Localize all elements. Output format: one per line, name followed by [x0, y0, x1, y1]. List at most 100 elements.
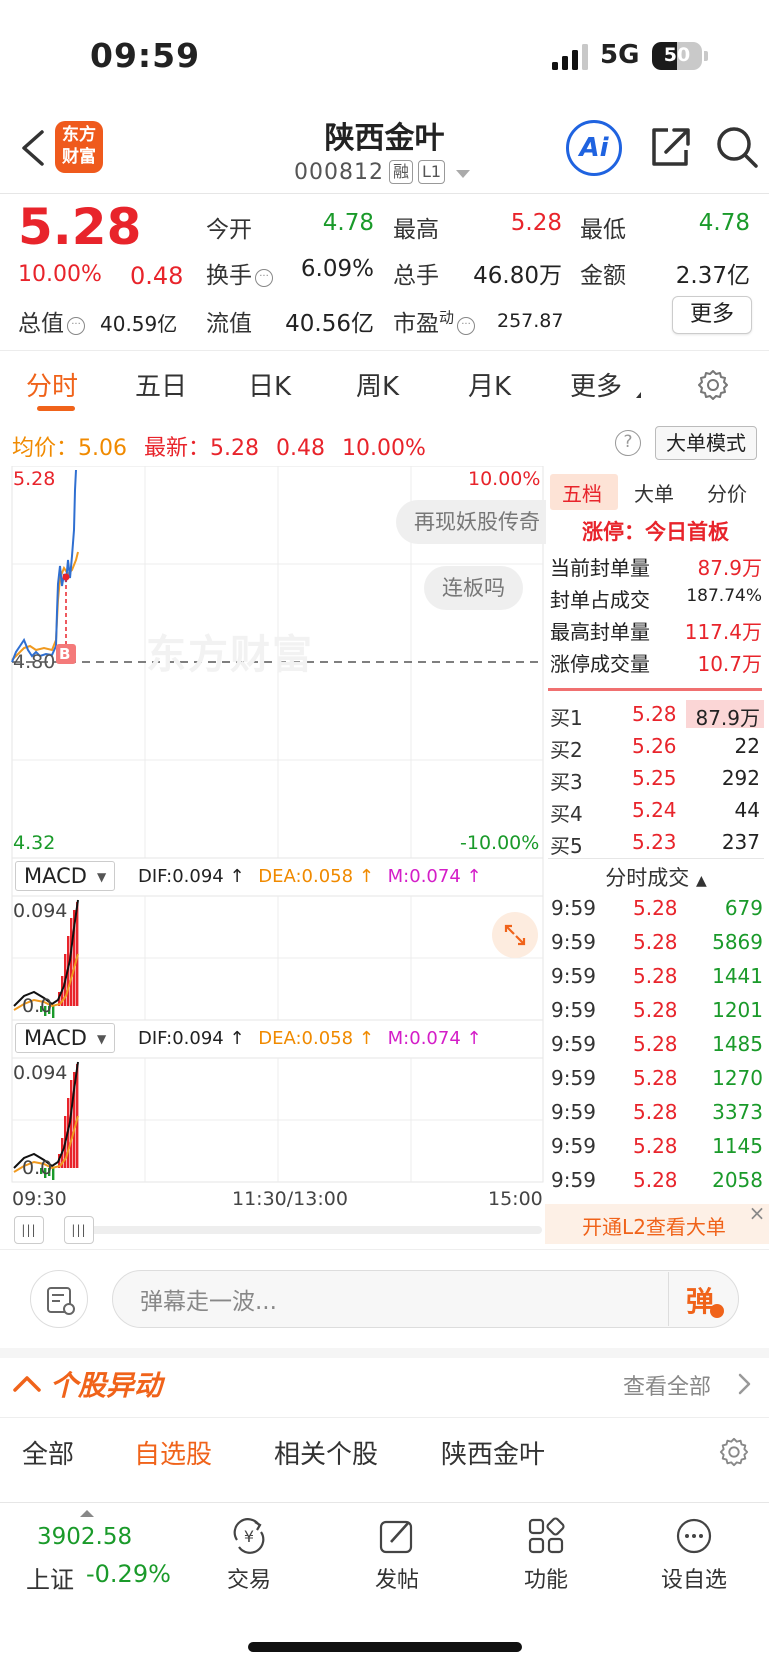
turnover-label: 换手 ··· [206, 256, 273, 290]
add-watchlist-icon[interactable] [674, 1516, 714, 1556]
macd-values: DIF:0.094 ↑ DEA:0.058 ↑ M:0.074 ↑ [138, 1028, 482, 1049]
pct-axis-top: 10.00% [468, 468, 541, 490]
stock-code: 000812 [294, 160, 384, 185]
tab-price-split[interactable]: 分价 [707, 478, 747, 507]
note-icon [47, 1287, 75, 1315]
order-book-row: 买4 5.24 44 [550, 798, 760, 826]
low-label: 最低 [580, 217, 626, 243]
divider [0, 1502, 769, 1503]
l2-banner-text[interactable]: 开通L2查看大单 [546, 1211, 762, 1240]
info-dots-icon[interactable]: ··· [67, 317, 85, 335]
view-all-link[interactable]: 查看全部 [623, 1369, 711, 1401]
low-value: 4.78 [698, 210, 750, 236]
macd-axis-max: 0.094 [13, 900, 68, 922]
tab-big-orders[interactable]: 大单 [634, 478, 674, 507]
macd-indicator-select[interactable]: MACD ▼ [15, 861, 116, 891]
tick-row: 9:59 5.28 1270 [551, 1066, 763, 1090]
network-label: 5G [600, 40, 640, 70]
pe-label: 市盈动 ··· [393, 304, 476, 338]
search-icon[interactable] [714, 124, 760, 170]
caret-icon [636, 392, 641, 398]
battery-level: 50 [663, 44, 691, 66]
chevron-right-icon[interactable] [736, 1372, 752, 1396]
svg-text:¥: ¥ [244, 1527, 254, 1546]
divider [0, 1249, 769, 1250]
high-label: 最高 [393, 217, 439, 243]
close-icon[interactable]: × [747, 1203, 767, 1224]
bottom-functions[interactable]: 功能 [506, 1562, 586, 1594]
tab-intraday[interactable]: 分时 [26, 366, 78, 403]
price-axis-bottom: 4.32 [13, 832, 56, 854]
tab-five-levels[interactable]: 五档 [562, 478, 602, 507]
gear-icon[interactable] [718, 1436, 750, 1468]
post-icon[interactable] [377, 1516, 417, 1556]
filter-tab-watchlist[interactable]: 自选股 [134, 1434, 212, 1471]
bottom-add-watchlist[interactable]: 设自选 [654, 1562, 734, 1594]
time-sales-title[interactable]: 分时成交 ▲ [548, 862, 764, 892]
tick-row: 9:59 5.28 679 [551, 896, 763, 920]
order-book-row: 买3 5.25 292 [550, 766, 760, 794]
macd-indicator-select[interactable]: MACD ▼ [15, 1023, 116, 1053]
change-percent: 10.00% [18, 262, 102, 287]
info-dots-icon[interactable]: ··· [255, 269, 273, 287]
caret-up-icon[interactable] [80, 1510, 94, 1517]
tab-monthly-k[interactable]: 月K [468, 366, 511, 403]
scroll-handle-right[interactable]: ||| [64, 1216, 94, 1244]
mktcap-value: 40.59亿 [100, 312, 178, 336]
help-icon[interactable]: ? [615, 430, 641, 456]
back-arrow-icon[interactable] [18, 128, 48, 168]
limit-row: 涨停成交量 10.7万 [550, 652, 762, 676]
functions-icon[interactable] [526, 1516, 566, 1556]
more-quote-button[interactable]: 更多 [672, 296, 752, 334]
index-value[interactable]: 3902.58 [37, 1524, 132, 1550]
limit-divider [548, 688, 762, 691]
index-name[interactable]: 上证 [26, 1560, 74, 1595]
macd-bar-negative [52, 1168, 55, 1180]
buy-marker[interactable]: B [59, 645, 70, 663]
filter-tab-all[interactable]: 全部 [22, 1434, 74, 1471]
chevron-up-icon[interactable] [12, 1372, 42, 1394]
index-change[interactable]: -0.29% [86, 1560, 171, 1588]
danmaku-bubble[interactable]: 再现妖股传奇 [396, 500, 546, 544]
filter-tab-stock[interactable]: 陕西金叶 [441, 1434, 545, 1471]
pe-value: 257.87 [497, 310, 564, 332]
limit-row: 最高封单量 117.4万 [550, 620, 762, 644]
big-order-mode-button[interactable]: 大单模式 [655, 426, 757, 460]
tab-more[interactable]: 更多 [570, 366, 622, 403]
home-indicator[interactable] [248, 1642, 522, 1652]
share-icon[interactable] [648, 124, 692, 170]
tab-five-day[interactable]: 五日 [135, 366, 187, 403]
app-logo[interactable]: 东方财富 [55, 121, 103, 173]
gear-icon[interactable] [696, 368, 730, 402]
order-book-row: 买2 5.26 22 [550, 734, 760, 762]
open-label: 今开 [206, 217, 252, 243]
amount-label: 金额 [580, 263, 626, 289]
ai-button[interactable]: Ai [566, 120, 622, 176]
bottom-trade[interactable]: 交易 [209, 1562, 289, 1594]
filter-tab-related[interactable]: 相关个股 [274, 1434, 378, 1471]
tick-row: 9:59 5.28 2058 [551, 1168, 763, 1192]
info-dots-icon[interactable]: ··· [457, 317, 476, 335]
price-axis-ref: 4.80 [13, 651, 56, 673]
scroll-handle-left[interactable]: ||| [14, 1216, 44, 1244]
macd-bar-negative [52, 1006, 55, 1018]
tab-weekly-k[interactable]: 周K [356, 366, 399, 403]
chart-scrollbar[interactable] [90, 1226, 542, 1234]
expand-icon [504, 924, 526, 946]
danmaku-bubble[interactable]: 连板吗 [424, 566, 523, 610]
margin-tag: 融 [389, 160, 414, 184]
time-axis-end: 15:00 [488, 1188, 543, 1210]
tick-row: 9:59 5.28 1485 [551, 1032, 763, 1056]
trade-icon[interactable]: ¥ [229, 1516, 269, 1556]
stock-switch-caret-icon[interactable] [456, 170, 470, 178]
level-tag: L1 [418, 160, 446, 184]
bottom-post[interactable]: 发帖 [357, 1562, 437, 1594]
limit-row: 封单占成交 187.74% [550, 586, 762, 612]
expand-chart-button[interactable] [492, 912, 538, 958]
note-settings-button[interactable] [30, 1270, 88, 1328]
price-axis-top: 5.28 [13, 468, 56, 490]
float-value: 40.56亿 [285, 311, 374, 337]
macd-axis-min: 0.0 [22, 1157, 53, 1179]
tab-daily-k[interactable]: 日K [248, 366, 291, 403]
turnover-value: 6.09% [300, 256, 374, 282]
